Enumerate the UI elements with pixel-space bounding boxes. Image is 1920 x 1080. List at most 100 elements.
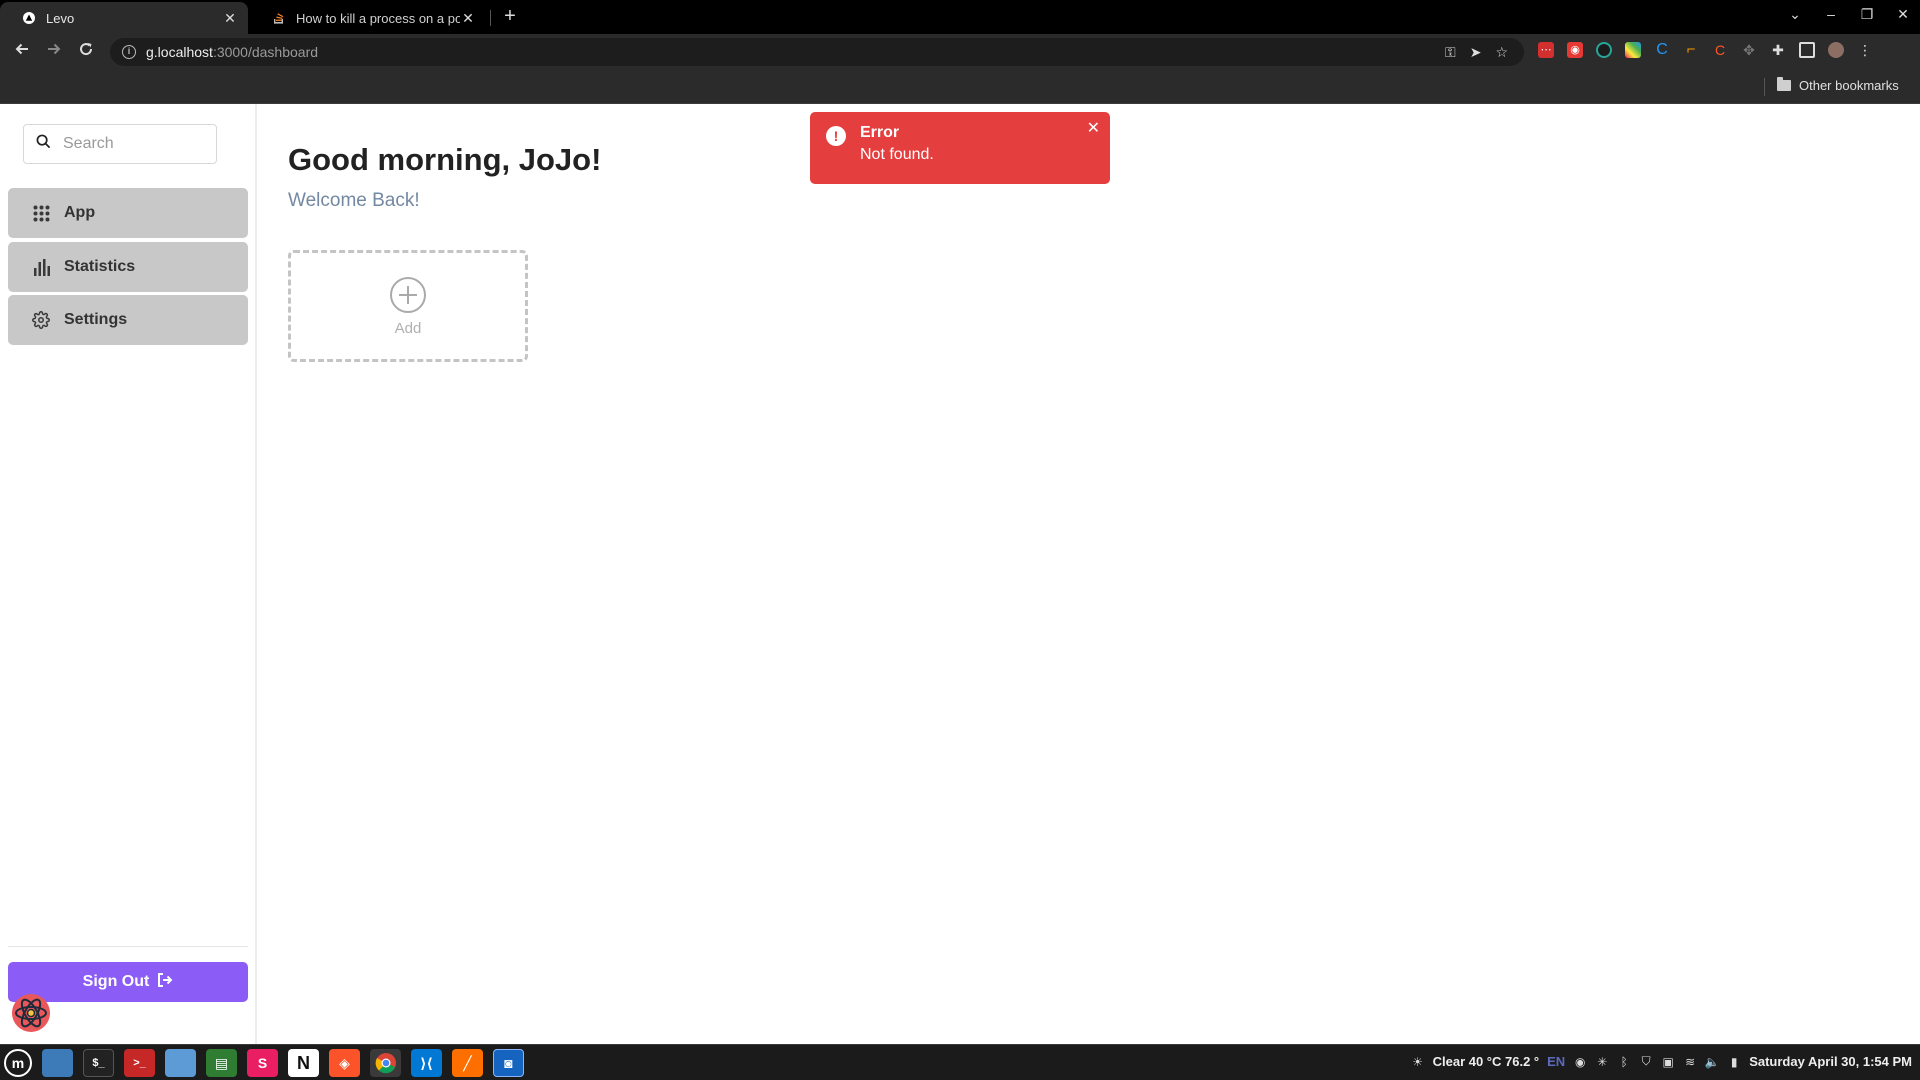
tab-levo[interactable]: Levo ✕ xyxy=(0,2,248,34)
tab-close-icon[interactable]: ✕ xyxy=(222,10,238,27)
toast-message: Not found. xyxy=(860,146,934,163)
gear-icon xyxy=(32,311,50,329)
sidebar-item-label: App xyxy=(64,204,96,221)
sidebar-search[interactable] xyxy=(23,124,217,164)
sidebar-item-statistics[interactable]: Statistics xyxy=(8,242,248,292)
search-icon xyxy=(36,134,51,154)
tab-title: How to kill a process on a port xyxy=(296,10,460,26)
volume-icon[interactable]: 🔈 xyxy=(1705,1055,1720,1069)
taskbar-apps: m $_ >_ ▤ S N ◈ ⟩⟨ ╱ ◙ xyxy=(4,1049,524,1077)
minimize-icon[interactable]: – xyxy=(1824,6,1838,23)
extension-orange-icon[interactable]: C xyxy=(1712,42,1728,58)
sign-out-icon xyxy=(157,972,173,992)
sidebar: App Statistics Settings Sign Out xyxy=(0,104,257,1044)
screenshot-tool-icon[interactable]: ◙ xyxy=(493,1049,524,1077)
terminal-icon[interactable]: $_ xyxy=(83,1049,114,1077)
tab-title: Levo xyxy=(46,10,75,26)
os-taskbar: m $_ >_ ▤ S N ◈ ⟩⟨ ╱ ◙ ☀ Clear 40 °C 76.… xyxy=(0,1044,1920,1080)
app-viewport: App Statistics Settings Sign Out xyxy=(0,104,1920,1044)
sublime-text-icon[interactable]: ╱ xyxy=(452,1049,483,1077)
redis-terminal-icon[interactable]: >_ xyxy=(124,1049,155,1077)
sidebar-item-label: Settings xyxy=(64,311,128,328)
site-info-icon[interactable]: i xyxy=(122,45,136,59)
url-host: g.localhost xyxy=(146,44,213,60)
bookmark-star-icon[interactable]: ☆ xyxy=(1495,44,1508,61)
clock-datetime[interactable]: Saturday April 30, 1:54 PM xyxy=(1749,1054,1912,1069)
reload-icon[interactable] xyxy=(74,40,98,64)
mint-menu-icon[interactable]: m xyxy=(4,1049,32,1077)
stackoverflow-favicon-icon xyxy=(272,11,286,25)
url-path: :3000/dashboard xyxy=(212,44,319,60)
add-card-button[interactable]: Add xyxy=(288,250,528,362)
window-controls: ⌄ – ❐ ✕ xyxy=(1788,6,1910,23)
clipboard-icon[interactable]: ▣ xyxy=(1661,1055,1675,1069)
back-arrow-icon[interactable] xyxy=(10,40,34,64)
react-devtools-logo-icon[interactable] xyxy=(10,992,52,1034)
plus-circle-icon xyxy=(389,276,427,314)
battery-icon[interactable]: ▮ xyxy=(1727,1055,1741,1069)
system-tray: ☀ Clear 40 °C 76.2 ° EN ◉ ✳ ᛒ ⛉ ▣ ≋ 🔈 ▮ … xyxy=(1411,1054,1912,1069)
wifi-icon[interactable]: ≋ xyxy=(1683,1055,1697,1069)
restore-icon[interactable]: ❐ xyxy=(1860,6,1874,23)
bookmarks-separator xyxy=(1764,78,1765,96)
extension-c-icon[interactable]: C xyxy=(1654,42,1670,58)
new-tab-plus-icon[interactable]: + xyxy=(498,5,522,29)
weather-text[interactable]: Clear 40 °C 76.2 ° xyxy=(1433,1054,1540,1069)
chrome-tray-icon[interactable]: ◉ xyxy=(1573,1055,1587,1069)
browser-menu-icon[interactable]: ⋮ xyxy=(1857,42,1873,58)
sidebar-item-label: Statistics xyxy=(64,258,136,275)
slack-tray-icon[interactable]: ✳ xyxy=(1595,1055,1609,1069)
toast-close-icon[interactable]: ✕ xyxy=(1087,118,1100,138)
browser-toolbar: i g.localhost:3000/dashboard ⚿ ➤ ☆ ⋯ ◉ C… xyxy=(0,34,1920,70)
other-bookmarks-label: Other bookmarks xyxy=(1799,78,1899,93)
keyboard-language[interactable]: EN xyxy=(1547,1054,1565,1069)
sidebar-item-settings[interactable]: Settings xyxy=(8,295,248,345)
page-subtitle: Welcome Back! xyxy=(288,190,420,211)
folder-icon xyxy=(1777,77,1791,91)
chrome-icon[interactable] xyxy=(370,1049,401,1077)
extension-flag-icon[interactable]: ⌐ xyxy=(1683,42,1699,58)
tab-separator xyxy=(490,10,491,26)
alert-exclamation-icon: ! xyxy=(826,126,846,146)
page-title: Good morning, JoJo! xyxy=(288,142,602,177)
bookmarks-bar: Other bookmarks xyxy=(0,70,1920,104)
extension-grey-icon[interactable]: ✥ xyxy=(1741,42,1757,58)
tab-close-icon[interactable]: ✕ xyxy=(460,10,476,27)
search-input[interactable] xyxy=(63,135,203,153)
vscode-icon[interactable]: ⟩⟨ xyxy=(411,1049,442,1077)
brave-icon[interactable]: ◈ xyxy=(329,1049,360,1077)
close-window-icon[interactable]: ✕ xyxy=(1896,6,1910,23)
sidebar-divider xyxy=(8,946,248,947)
send-icon[interactable]: ➤ xyxy=(1470,44,1482,61)
notion-icon[interactable]: N xyxy=(288,1049,319,1077)
slack-s-icon[interactable]: S xyxy=(247,1049,278,1077)
chat-app-icon[interactable]: ▤ xyxy=(206,1049,237,1077)
show-desktop-icon[interactable] xyxy=(42,1049,73,1077)
file-manager-icon[interactable] xyxy=(165,1049,196,1077)
toast-title: Error xyxy=(860,124,900,141)
key-icon[interactable]: ⚿ xyxy=(1445,44,1456,61)
sun-weather-icon: ☀ xyxy=(1412,1054,1423,1069)
tab-stackoverflow[interactable]: How to kill a process on a port ✕ xyxy=(250,2,486,34)
forward-arrow-icon[interactable] xyxy=(42,40,66,64)
levo-favicon-icon xyxy=(22,11,36,25)
other-bookmarks[interactable]: Other bookmarks xyxy=(1777,77,1899,93)
omnibox-actions: ⚿ ➤ ☆ xyxy=(1445,44,1508,61)
error-toast: ! Error Not found. ✕ xyxy=(810,112,1110,184)
tab-search-chevron-icon[interactable]: ⌄ xyxy=(1788,6,1802,23)
bluetooth-icon[interactable]: ᛒ xyxy=(1617,1055,1631,1069)
sidebar-item-app[interactable]: App xyxy=(8,188,248,238)
profile-avatar[interactable] xyxy=(1828,42,1844,58)
shield-icon[interactable]: ⛉ xyxy=(1639,1054,1653,1069)
extension-ring-icon[interactable] xyxy=(1596,42,1612,58)
extension-lastpass-icon[interactable]: ⋯ xyxy=(1538,42,1554,58)
grid-icon xyxy=(32,204,50,222)
extensions-puzzle-icon[interactable]: ✚ xyxy=(1770,42,1786,58)
side-panel-icon[interactable] xyxy=(1799,42,1815,58)
add-label: Add xyxy=(394,319,422,337)
extension-colors-icon[interactable] xyxy=(1625,42,1641,58)
browser-tab-strip: Levo ✕ How to kill a process on a port ✕… xyxy=(0,0,1920,34)
extension-red-icon[interactable]: ◉ xyxy=(1567,42,1583,58)
address-bar[interactable]: i g.localhost:3000/dashboard ⚿ ➤ ☆ xyxy=(110,38,1524,66)
extensions-area: ⋯ ◉ C ⌐ C ✥ ✚ ⋮ xyxy=(1538,42,1873,58)
